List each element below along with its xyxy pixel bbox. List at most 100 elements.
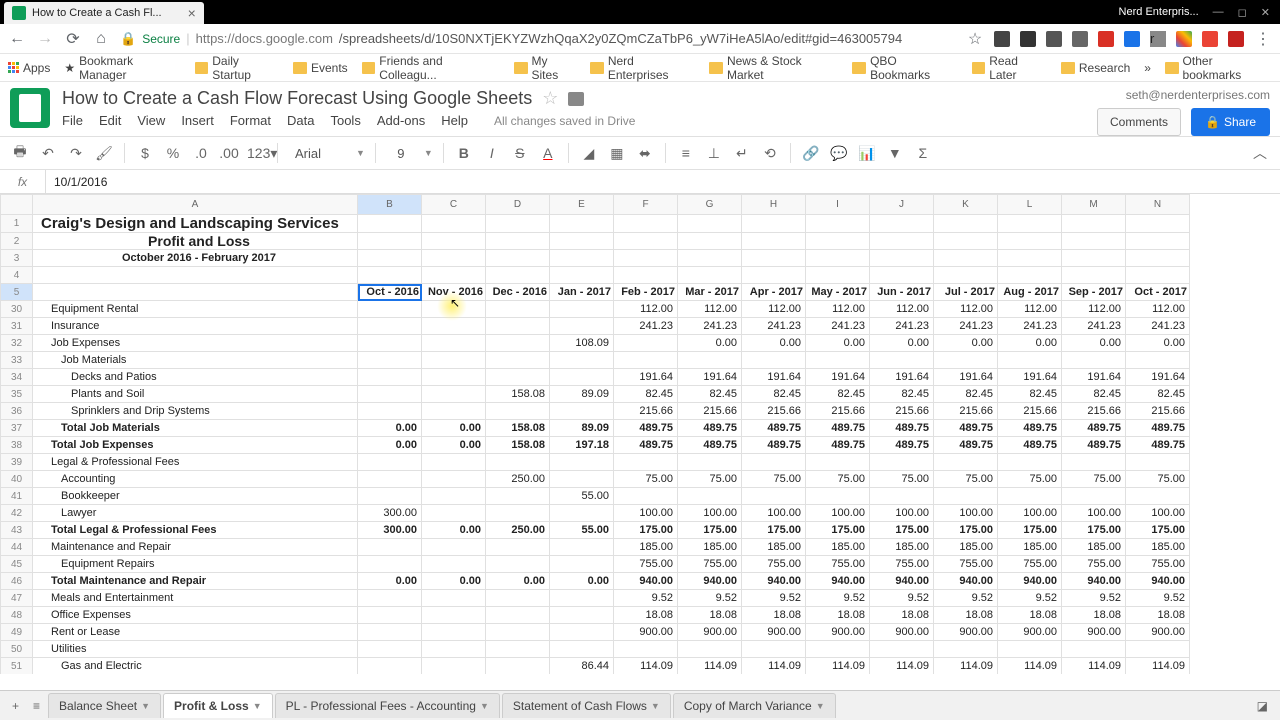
sheet-tab[interactable]: Balance Sheet▼ xyxy=(48,693,161,718)
cell[interactable] xyxy=(422,624,486,641)
cell[interactable]: 489.75 xyxy=(806,437,870,454)
cell[interactable]: 0.00 xyxy=(486,573,550,590)
cell[interactable] xyxy=(486,641,550,658)
cell[interactable] xyxy=(422,488,486,505)
col-header-L[interactable]: L xyxy=(998,195,1062,215)
cell[interactable]: 100.00 xyxy=(742,505,806,522)
sheet-tab[interactable]: Copy of March Variance▼ xyxy=(673,693,836,718)
home-icon[interactable]: ⌂ xyxy=(92,30,110,48)
cell[interactable]: 215.66 xyxy=(1062,403,1126,420)
cell[interactable] xyxy=(998,352,1062,369)
col-header-J[interactable]: J xyxy=(870,195,934,215)
cell[interactable]: 9.52 xyxy=(934,590,998,607)
ext-icon[interactable]: r xyxy=(1150,31,1166,47)
cell[interactable]: 112.00 xyxy=(742,301,806,318)
cell[interactable]: 9.52 xyxy=(678,590,742,607)
cell[interactable]: 0.00 xyxy=(1126,335,1190,352)
cell[interactable]: 82.45 xyxy=(742,386,806,403)
cell[interactable] xyxy=(614,488,678,505)
cell[interactable] xyxy=(358,590,422,607)
star-doc-icon[interactable]: ☆ xyxy=(542,88,558,109)
cell[interactable] xyxy=(422,352,486,369)
document-title[interactable]: How to Create a Cash Flow Forecast Using… xyxy=(62,88,532,109)
comments-button[interactable]: Comments xyxy=(1097,108,1181,136)
cell[interactable]: 0.00 xyxy=(358,437,422,454)
cell[interactable]: 75.00 xyxy=(1062,471,1126,488)
col-header-N[interactable]: N xyxy=(1126,195,1190,215)
month-header[interactable]: Oct - 2016 xyxy=(358,284,422,301)
bm-overflow[interactable]: » xyxy=(1144,61,1151,75)
cell[interactable]: 191.64 xyxy=(1126,369,1190,386)
row-header[interactable]: 43 xyxy=(1,522,33,539)
bm-folder[interactable]: Friends and Colleagu... xyxy=(362,54,500,82)
text-color-icon[interactable]: A xyxy=(538,145,558,161)
month-header[interactable]: May - 2017 xyxy=(806,284,870,301)
ext-icon[interactable] xyxy=(1098,31,1114,47)
row-header[interactable]: 34 xyxy=(1,369,33,386)
cell[interactable]: 114.09 xyxy=(998,658,1062,675)
bm-folder[interactable]: My Sites xyxy=(514,54,576,82)
cell[interactable]: 197.18 xyxy=(550,437,614,454)
cell[interactable] xyxy=(358,335,422,352)
row-header[interactable]: 50 xyxy=(1,641,33,658)
cell[interactable] xyxy=(422,386,486,403)
cell[interactable]: 158.08 xyxy=(486,437,550,454)
month-header[interactable]: Mar - 2017 xyxy=(678,284,742,301)
col-header-K[interactable]: K xyxy=(934,195,998,215)
cell[interactable] xyxy=(422,641,486,658)
cell[interactable]: 100.00 xyxy=(934,505,998,522)
cell[interactable]: 940.00 xyxy=(806,573,870,590)
bm-folder[interactable]: Daily Startup xyxy=(195,54,279,82)
row-header[interactable]: 40 xyxy=(1,471,33,488)
cell[interactable] xyxy=(422,318,486,335)
cell[interactable] xyxy=(998,488,1062,505)
cell[interactable] xyxy=(1062,488,1126,505)
cell[interactable]: 0.00 xyxy=(358,573,422,590)
cell[interactable]: 9.52 xyxy=(742,590,806,607)
cell[interactable] xyxy=(422,590,486,607)
cell[interactable]: 489.75 xyxy=(870,420,934,437)
cell[interactable]: 175.00 xyxy=(742,522,806,539)
chart-icon[interactable]: 📊 xyxy=(857,145,877,162)
row-header[interactable]: 1 xyxy=(1,215,33,233)
cell[interactable] xyxy=(742,454,806,471)
cell[interactable]: 112.00 xyxy=(870,301,934,318)
cell[interactable]: 82.45 xyxy=(998,386,1062,403)
row-header[interactable]: 48 xyxy=(1,607,33,624)
cell[interactable]: 75.00 xyxy=(998,471,1062,488)
cell[interactable] xyxy=(358,318,422,335)
spreadsheet-grid[interactable]: ABCDEFGHIJKLMN1Craig's Design and Landsc… xyxy=(0,194,1280,674)
cell[interactable] xyxy=(550,539,614,556)
cell[interactable]: 241.23 xyxy=(934,318,998,335)
cell[interactable] xyxy=(422,454,486,471)
bm-folder[interactable]: News & Stock Market xyxy=(709,54,838,82)
cell[interactable] xyxy=(742,352,806,369)
functions-icon[interactable]: Σ xyxy=(913,145,933,161)
row-label[interactable]: Meals and Entertainment xyxy=(33,590,358,607)
cell[interactable]: 9.52 xyxy=(614,590,678,607)
cell[interactable]: 241.23 xyxy=(870,318,934,335)
more-formats-icon[interactable]: 123▾ xyxy=(247,145,267,162)
bm-folder[interactable]: Read Later xyxy=(972,54,1047,82)
fill-color-icon[interactable]: ◢ xyxy=(579,145,599,162)
cell[interactable] xyxy=(550,318,614,335)
cell[interactable]: 0.00 xyxy=(998,335,1062,352)
cell[interactable]: 755.00 xyxy=(1062,556,1126,573)
cell[interactable]: 215.66 xyxy=(1126,403,1190,420)
bold-icon[interactable]: B xyxy=(454,145,474,161)
cell[interactable]: 175.00 xyxy=(870,522,934,539)
cell[interactable]: 100.00 xyxy=(678,505,742,522)
cell[interactable]: 191.64 xyxy=(806,369,870,386)
cell[interactable]: 175.00 xyxy=(678,522,742,539)
cell[interactable] xyxy=(358,624,422,641)
cell[interactable]: 191.64 xyxy=(870,369,934,386)
merge-icon[interactable]: ⬌ xyxy=(635,145,655,162)
paint-format-icon[interactable]: 🖌 xyxy=(94,145,114,162)
cell[interactable]: 112.00 xyxy=(934,301,998,318)
cell[interactable] xyxy=(486,369,550,386)
row-header[interactable]: 37 xyxy=(1,420,33,437)
cell[interactable]: 185.00 xyxy=(934,539,998,556)
cell[interactable]: 755.00 xyxy=(742,556,806,573)
col-header-M[interactable]: M xyxy=(1062,195,1126,215)
cell[interactable]: 0.00 xyxy=(550,573,614,590)
